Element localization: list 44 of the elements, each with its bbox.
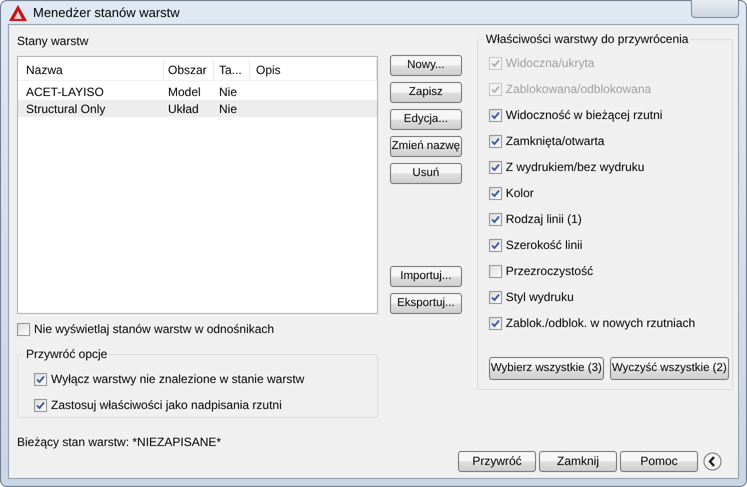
checkbox-label: Z wydrukiem/bez wydruku: [506, 159, 644, 176]
select-button[interactable]: Wyczyść wszystkie (2): [610, 357, 729, 380]
action-button[interactable]: Importuj...: [390, 266, 462, 287]
checkbox-label: Widoczność w bieżącej rzutni: [506, 107, 662, 124]
list-row[interactable]: ACET-LAYISO Model Nie: [18, 83, 377, 100]
checkbox-label: Zablokowana/odblokowana: [506, 81, 652, 98]
checkbox-label: Zablok./odblok. w nowych rzutniach: [506, 315, 696, 332]
checkbox-label: Wyłącz warstwy nie znalezione w stanie warstw: [51, 371, 304, 388]
group-title: Przywróć opcje: [24, 347, 110, 361]
list-cell-text: Structural Only: [25, 100, 106, 118]
checkbox-label: Przezroczystość: [506, 263, 594, 280]
checkbox-label: Widoczna/ukryta: [506, 55, 594, 72]
layer-states-list[interactable]: Nazwa Obszar Ta... Opis ACET-LAYISO Model Nie Structural Only Układ Nie: [17, 56, 378, 314]
checkbox-label: Zastosuj właściwości jako nadpisania rzutni: [51, 397, 282, 414]
footer-button[interactable]: Przywróć: [458, 451, 536, 472]
action-button[interactable]: Nowy...: [390, 55, 462, 76]
list-row[interactable]: Structural Only Układ Nie: [18, 100, 377, 117]
column-header[interactable]: Opis: [250, 60, 377, 80]
action-button[interactable]: Zapisz: [390, 82, 462, 103]
action-button[interactable]: Edycja...: [390, 109, 462, 130]
checkbox-label: Szerokość linii: [506, 237, 582, 254]
list-cell-text: Nie: [218, 100, 238, 118]
checkbox-label: Kolor: [506, 185, 534, 202]
column-header[interactable]: Nazwa: [18, 60, 164, 80]
checkbox-label: Rodzaj linii (1): [506, 211, 582, 228]
section-label: Stany warstw: [17, 33, 88, 50]
action-button[interactable]: Eksportuj...: [390, 293, 462, 314]
checkbox-label: Styl wydruku: [506, 289, 574, 306]
list-cell-text: ACET-LAYISO: [25, 84, 105, 100]
select-button[interactable]: Wybierz wszystkie (3): [488, 357, 604, 380]
status-text: Bieżący stan warstw: *NIEZAPISANE*: [17, 434, 222, 451]
group-title: Właściwości warstwy do przywrócenia: [484, 32, 690, 46]
column-header[interactable]: Ta...: [214, 60, 250, 80]
list-cell-text: Model: [167, 84, 202, 100]
window-title: Menedżer stanów warstw: [33, 4, 180, 22]
list-cell-text: Nie: [218, 84, 238, 100]
footer-button[interactable]: Pomoc: [620, 451, 698, 472]
footer-button[interactable]: Zamknij: [539, 451, 617, 472]
action-button[interactable]: Usuń: [390, 163, 462, 184]
column-header[interactable]: Obszar: [164, 60, 214, 80]
action-button[interactable]: Zmień nazwę: [390, 136, 462, 157]
checkbox-label: Zamknięta/otwarta: [506, 133, 604, 150]
checkbox-label: Nie wyświetlaj stanów warstw w odnośnikach: [34, 321, 274, 338]
list-cell-text: Układ: [167, 100, 200, 118]
